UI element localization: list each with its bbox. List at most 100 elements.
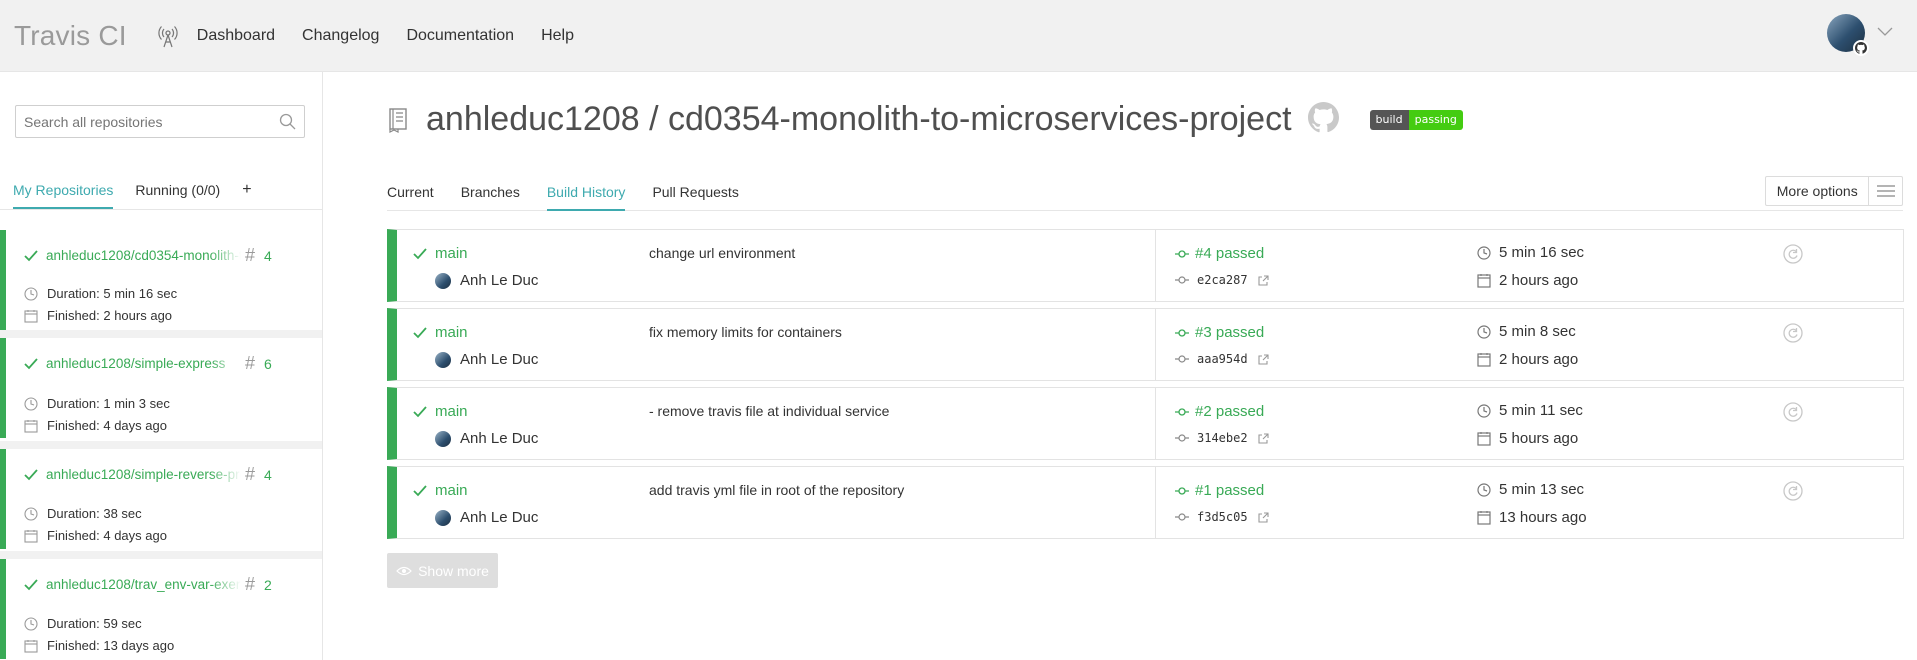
show-more-button[interactable]: Show more [387,553,498,588]
repo-card[interactable]: anhleduc1208/cd0354-monolith-to-microser… [0,230,322,330]
nav-changelog[interactable]: Changelog [302,27,379,45]
repo-card[interactable]: anhleduc1208/simple-express #6 Duration:… [0,338,322,438]
restart-icon[interactable] [1783,244,1803,269]
add-repository-button[interactable]: + [242,181,251,199]
build-row[interactable]: main Anh Le Duc add travis yml file in r… [387,466,1904,539]
build-row[interactable]: main Anh Le Duc change url environment #… [387,229,1904,302]
calendar-icon [24,419,38,433]
hash-icon: # [245,464,256,484]
tab-running[interactable]: Running (0/0) [135,182,220,207]
commit-sha[interactable]: e2ca287 [1197,273,1248,287]
branch-name[interactable]: main [435,403,468,420]
restart-icon[interactable] [1783,402,1803,427]
clock-icon [1477,245,1491,260]
repo-duration: Duration: 5 min 16 sec [47,286,178,301]
build-finished: 2 hours ago [1499,272,1579,289]
build-number[interactable]: 4 [264,467,272,483]
divider [1155,388,1156,459]
commit-icon [1175,355,1189,363]
commit-message: fix memory limits for containers [649,324,842,340]
check-icon [413,326,427,338]
github-icon [1853,40,1869,56]
more-options-button[interactable]: More options [1765,176,1903,206]
commit-sha[interactable]: f3d5c05 [1197,510,1248,524]
commit-sha[interactable]: aaa954d [1197,352,1248,366]
tab-build-history[interactable]: Build History [546,184,626,211]
avatar[interactable] [1827,14,1869,56]
check-icon [24,249,38,261]
nav-documentation[interactable]: Documentation [406,27,514,45]
check-icon [413,484,427,496]
tab-branches[interactable]: Branches [461,184,520,211]
page-title: anhleduc1208 / cd0354-monolith-to-micros… [426,100,1292,138]
chevron-down-icon[interactable] [1877,24,1893,42]
build-number-link[interactable]: #3 passed [1195,324,1264,341]
nav-dashboard[interactable]: Dashboard [197,27,275,45]
search-box[interactable] [15,105,305,138]
commit-icon [1175,513,1189,521]
divider [1155,309,1156,380]
commit-icon [1175,276,1189,284]
build-number-link[interactable]: #4 passed [1195,245,1264,262]
build-number-link[interactable]: #2 passed [1195,403,1264,420]
build-number[interactable]: 6 [264,356,272,372]
commit-sha[interactable]: 314ebe2 [1197,431,1248,445]
tab-my-repositories[interactable]: My Repositories [13,182,114,209]
repo-name-link[interactable]: anhleduc1208/simple-reverse-proxy [46,467,241,482]
more-options-label: More options [1776,183,1858,199]
branch-name[interactable]: main [435,245,468,262]
repo-finished: Finished: 13 days ago [47,638,175,653]
author-name: Anh Le Duc [460,351,539,368]
divider [0,551,322,559]
divider [1155,467,1156,538]
build-number[interactable]: 2 [264,577,272,593]
branch-name[interactable]: main [435,324,468,341]
restart-icon[interactable] [1783,481,1803,506]
calendar-icon [24,529,38,543]
external-link-icon[interactable] [1258,274,1269,286]
build-number-link[interactable]: #1 passed [1195,482,1264,499]
profile-menu[interactable] [1827,14,1893,56]
external-link-icon[interactable] [1258,353,1269,365]
build-finished: 2 hours ago [1499,351,1579,368]
external-link-icon[interactable] [1258,511,1269,523]
avatar [435,351,451,368]
clock-icon [24,396,38,411]
repo-name-link[interactable]: anhleduc1208/simple-express [46,356,241,371]
external-link-icon[interactable] [1258,432,1269,444]
repo-duration: Duration: 59 sec [47,616,142,631]
check-icon [24,357,38,369]
build-status-badge[interactable]: build passing [1369,109,1463,130]
build-row[interactable]: main Anh Le Duc fix memory limits for co… [387,308,1904,381]
build-row[interactable]: main Anh Le Duc - remove travis file at … [387,387,1904,460]
calendar-icon [1477,353,1491,367]
commit-icon [1175,249,1189,258]
repo-card[interactable]: anhleduc1208/trav_env-var-exercise #2 Du… [0,559,322,659]
show-more-label: Show more [418,562,489,579]
branch-name[interactable]: main [435,482,468,499]
commit-message: - remove travis file at individual servi… [649,403,890,419]
divider [1155,230,1156,301]
search-input[interactable] [16,106,266,137]
calendar-icon [1477,511,1491,525]
build-duration: 5 min 11 sec [1499,402,1583,419]
repo-tabs: Current Branches Build History Pull Requ… [387,184,766,211]
travis-logo[interactable]: Travis CI [14,20,127,52]
build-number[interactable]: 4 [264,248,272,264]
commit-icon [1175,407,1189,416]
repo-name-link[interactable]: anhleduc1208/cd0354-monolith-to-microser… [46,248,241,263]
check-icon [24,468,38,480]
github-icon[interactable] [1307,101,1339,138]
tab-pull-requests[interactable]: Pull Requests [652,184,738,211]
tab-current[interactable]: Current [387,184,434,211]
nav-help[interactable]: Help [541,27,574,45]
repo-name-link[interactable]: anhleduc1208/trav_env-var-exercise [46,577,241,592]
hamburger-icon[interactable] [1868,177,1902,205]
build-duration: 5 min 13 sec [1499,481,1585,498]
hash-icon: # [245,245,256,265]
repo-card[interactable]: anhleduc1208/simple-reverse-proxy #4 Dur… [0,449,322,549]
search-icon[interactable] [279,113,296,135]
clock-icon [1477,482,1491,497]
broadcast-icon[interactable] [157,23,179,49]
restart-icon[interactable] [1783,323,1803,348]
